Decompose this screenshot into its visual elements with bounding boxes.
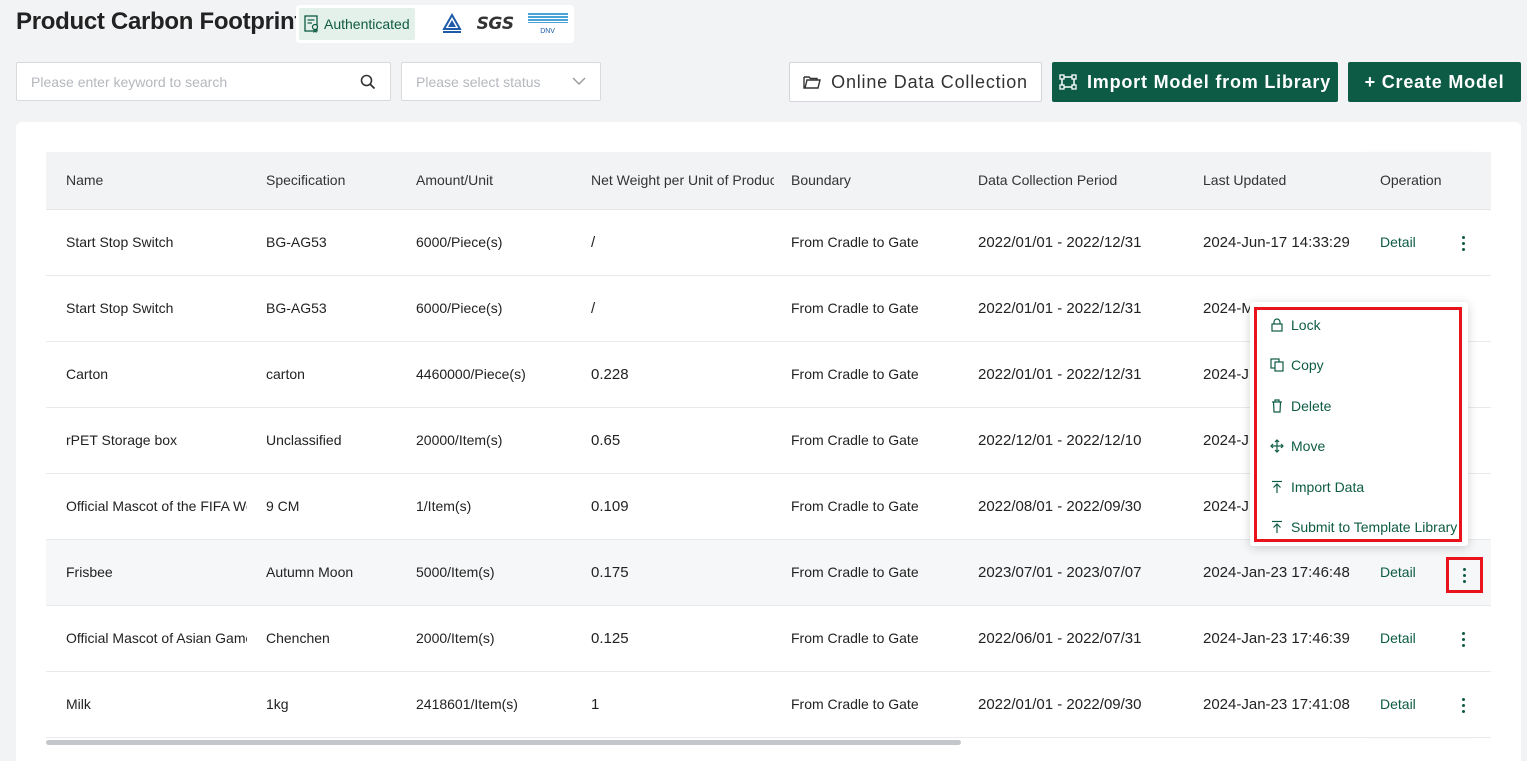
folder-icon [803,76,822,89]
cell-name: Start Stop Switch [66,300,174,316]
page-title: Product Carbon Footprint [16,8,303,35]
cell-period: 2022/08/01 - 2022/09/30 [978,498,1142,515]
search-input[interactable] [17,63,337,100]
cell-boundary: From Cradle to Gate [791,498,919,514]
cell-boundary: From Cradle to Gate [791,366,919,382]
import-library-icon [1059,74,1077,90]
cell-net-weight: 0.109 [591,498,629,515]
cell-name: Frisbee [66,564,113,580]
cell-period: 2022/12/01 - 2022/12/10 [978,432,1142,449]
column-header-operation: Operation [1380,172,1442,188]
cell-net-weight: 0.175 [591,564,629,581]
cell-period: 2022/01/01 - 2022/09/30 [978,696,1142,713]
cell-net-weight: / [591,234,596,251]
table-row-selected: Frisbee Autumn Moon 5000/Item(s) 0.175 F… [46,540,1491,606]
cell-specification: 1kg [266,696,289,712]
search-icon[interactable] [360,74,376,90]
cell-amount: 1/Item(s) [416,498,472,514]
horizontal-scrollbar[interactable] [46,740,961,745]
column-header-last-updated: Last Updated [1203,172,1287,188]
more-actions-icon[interactable] [1452,691,1474,719]
cell-net-weight: 0.228 [591,366,629,383]
online-data-collection-button[interactable]: Online Data Collection [789,62,1042,102]
create-model-button[interactable]: + Create Model [1348,62,1521,102]
column-header-net-weight: Net Weight per Unit of Product( [591,172,774,188]
cell-name: Carton [66,366,109,382]
menu-highlight-frame [1254,307,1462,542]
cell-period: 2023/07/01 - 2023/07/07 [978,564,1142,581]
cell-name: Milk [66,696,91,712]
cell-specification: 9 CM [266,498,300,514]
cell-last-updated: 2024-Jun-17 14:33:29 [1203,234,1350,251]
cell-last-updated: 2024-Jan-23 17:46:39 [1203,630,1350,647]
column-header-specification: Specification [266,172,346,188]
cell-specification: BG-AG53 [266,234,327,250]
chevron-down-icon [572,77,586,85]
cell-amount: 20000/Item(s) [416,432,503,448]
cell-period: 2022/01/01 - 2022/12/31 [978,300,1142,317]
cell-specification: Unclassified [266,432,342,448]
more-actions-icon[interactable] [1452,229,1474,257]
cell-period: 2022/01/01 - 2022/12/31 [978,234,1142,251]
cell-period: 2022/01/01 - 2022/12/31 [978,366,1142,383]
table-row: Milk 1kg 2418601/Item(s) 1 From Cradle t… [46,672,1491,738]
cell-amount: 2418601/Item(s) [416,696,518,712]
table-row: Official Mascot of Asian Games Chenchen … [46,606,1491,672]
detail-link[interactable]: Detail [1380,564,1416,580]
import-model-label: Import Model from Library [1086,71,1331,92]
authenticated-badge: Authenticated [299,8,415,40]
cell-amount: 2000/Item(s) [416,630,495,646]
cell-specification: BG-AG53 [266,300,327,316]
cell-boundary: From Cradle to Gate [791,564,919,580]
detail-link[interactable]: Detail [1380,630,1416,646]
tuv-logo-icon [439,11,465,37]
search-box [16,62,391,101]
cell-specification: Autumn Moon [266,564,354,580]
certificate-icon [304,15,319,33]
cell-boundary: From Cradle to Gate [791,432,919,448]
import-model-button[interactable]: Import Model from Library [1052,62,1338,102]
cell-boundary: From Cradle to Gate [791,630,919,646]
dnv-logo-icon [527,13,568,23]
cell-specification: Chenchen [266,630,330,646]
cell-name: Start Stop Switch [66,234,174,250]
status-select[interactable]: Please select status [401,62,601,101]
cell-net-weight: 1 [591,696,600,713]
detail-link[interactable]: Detail [1380,234,1416,250]
cell-last-updated: 2024-Jan-23 17:46:48 [1203,564,1350,581]
authenticated-label: Authenticated [324,16,410,32]
detail-link[interactable]: Detail [1380,696,1416,712]
cell-net-weight: 0.125 [591,630,629,647]
status-select-placeholder: Please select status [416,74,541,90]
create-model-label: + Create Model [1364,71,1505,92]
column-header-name: Name [66,172,104,188]
cell-specification: carton [266,366,305,382]
certification-bar: Authenticated SGS DNV [296,5,574,43]
online-data-collection-label: Online Data Collection [831,71,1028,92]
table-row: Start Stop Switch BG-AG53 6000/Piece(s) … [46,210,1491,276]
cell-amount: 6000/Piece(s) [416,234,503,250]
cell-name: rPET Storage box [66,432,178,448]
column-header-amount: Amount/Unit [416,172,494,188]
cell-boundary: From Cradle to Gate [791,300,919,316]
dnv-logo-text: DNV [540,28,555,35]
cell-net-weight: 0.65 [591,432,621,449]
dnv-logo: DNV [527,13,568,35]
cell-period: 2022/06/01 - 2022/07/31 [978,630,1142,647]
cell-last-updated: 2024-Jan-23 17:41:08 [1203,696,1350,713]
cell-amount: 5000/Item(s) [416,564,495,580]
column-header-boundary: Boundary [791,172,851,188]
sgs-logo: SGS [476,14,514,34]
column-header-period: Data Collection Period [978,172,1118,188]
cell-name: Official Mascot of the FIFA Wor [66,498,247,514]
cell-boundary: From Cradle to Gate [791,696,919,712]
cell-name: Official Mascot of Asian Games [66,630,247,646]
more-actions-icon[interactable] [1452,625,1474,653]
more-actions-icon[interactable] [1446,557,1483,593]
cell-net-weight: / [591,300,596,317]
cell-amount: 4460000/Piece(s) [416,366,526,382]
cell-boundary: From Cradle to Gate [791,234,919,250]
table-header: Name Specification Amount/Unit Net Weigh… [46,152,1491,210]
cell-amount: 6000/Piece(s) [416,300,503,316]
